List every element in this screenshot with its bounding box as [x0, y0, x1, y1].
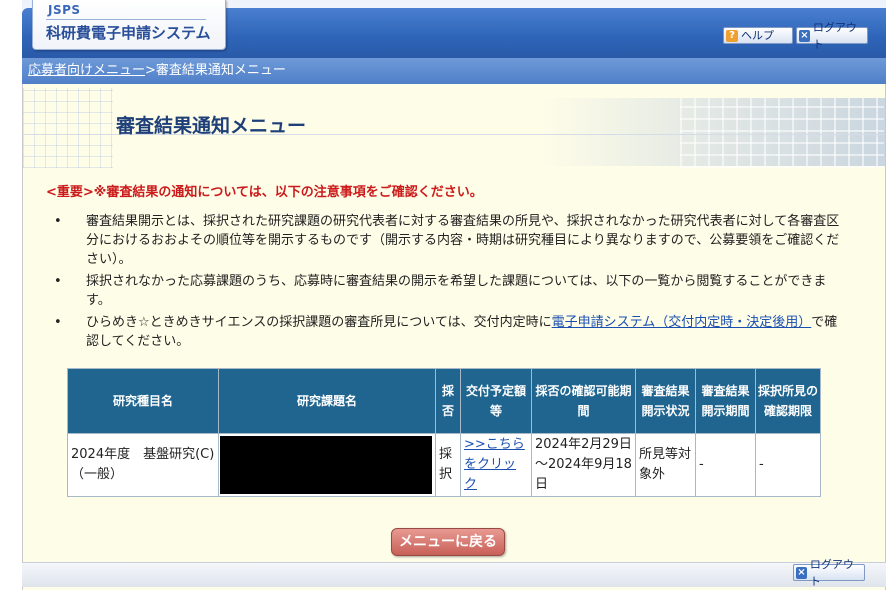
- title-decoration-right: [680, 98, 884, 168]
- breadcrumb-applicant-menu-link[interactable]: 応募者向けメニュー: [28, 63, 145, 78]
- cell-grant-plan: >>こちらをクリック: [460, 433, 532, 497]
- notes-list: 審査結果開示とは、採択された研究課題の研究代表者に対する審査結果の所見や、採択さ…: [44, 212, 849, 354]
- table-header-row: 研究種目名 研究課題名 採否 交付予定額等 採否の確認可能期間 審査結果開示状況…: [67, 368, 821, 434]
- table-row: 2024年度 基盤研究(C)（一般） 採択 >>こちらをクリック 2024年2月…: [67, 433, 821, 497]
- results-table: 研究種目名 研究課題名 採否 交付予定額等 採否の確認可能期間 審査結果開示状況…: [67, 368, 821, 497]
- note-text: ひらめき☆ときめきサイエンスの採択課題の審査所見については、交付内定時に: [86, 315, 552, 330]
- cell-adopt: 採択: [435, 433, 461, 497]
- help-button[interactable]: ? ヘルプ: [723, 27, 793, 44]
- breadcrumb-current: 審査結果通知メニュー: [155, 63, 286, 78]
- cell-disclosure-status: 所見等対象外: [635, 433, 696, 497]
- help-label: ヘルプ: [741, 29, 774, 42]
- col-opinion-period: 採択所見の確認期限: [755, 368, 821, 434]
- cell-project: [218, 433, 436, 497]
- footer-logout-button[interactable]: × ログアウト: [793, 558, 865, 588]
- breadcrumb: 応募者向けメニュー>審査結果通知メニュー: [22, 58, 886, 84]
- col-disclosure-status: 審査結果開示状況: [635, 368, 696, 434]
- redacted-project-title: [220, 436, 432, 494]
- col-project: 研究課題名: [218, 368, 436, 434]
- footer-logout-label: ログアウト: [809, 557, 854, 588]
- cell-type: 2024年度 基盤研究(C)（一般）: [67, 433, 219, 497]
- logout-label: ログアウト: [812, 20, 857, 51]
- back-to-menu-button[interactable]: メニューに戻る: [391, 528, 505, 556]
- logout-icon: ×: [796, 566, 807, 579]
- note-item: 審査結果開示とは、採択された研究課題の研究代表者に対する審査結果の所見や、採択さ…: [44, 212, 849, 269]
- footer-bar: [22, 562, 886, 587]
- page-title: 審査結果通知メニュー: [116, 115, 307, 137]
- logout-icon: ×: [799, 29, 810, 42]
- cell-confirm-period: 2024年2月29日～2024年9月18日: [531, 433, 636, 497]
- logout-button[interactable]: × ログアウト: [796, 21, 868, 51]
- cell-disclosure-period: -: [695, 433, 756, 497]
- system-name: 科研費電子申請システム: [46, 24, 211, 42]
- note-text: 採択されなかった応募課題のうち、応募時に審査結果の開示を希望した課題については、…: [86, 274, 827, 308]
- help-icon: ?: [726, 29, 738, 42]
- e-application-system-link[interactable]: 電子申請システム（交付内定時・決定後用）: [552, 315, 812, 330]
- note-text: 審査結果開示とは、採択された研究課題の研究代表者に対する審査結果の所見や、採択さ…: [86, 214, 840, 267]
- important-notice: <重要>※審査結果の通知については、以下の注意事項をご確認ください。: [46, 185, 483, 200]
- col-type: 研究種目名: [67, 368, 219, 434]
- grant-plan-link[interactable]: >>こちらをクリック: [464, 437, 525, 492]
- breadcrumb-separator: >: [145, 63, 156, 78]
- jsps-logo-text: JSPS: [48, 3, 81, 17]
- note-item: ひらめき☆ときめきサイエンスの採択課題の審査所見については、交付内定時に電子申請…: [44, 313, 849, 351]
- col-disclosure-period: 審査結果開示期間: [695, 368, 756, 434]
- col-adopt: 採否: [435, 368, 461, 434]
- logo-divider: [46, 19, 206, 20]
- title-decoration-left: [23, 88, 113, 168]
- col-grant-plan: 交付予定額等: [460, 368, 532, 434]
- cell-opinion-period: -: [755, 433, 821, 497]
- note-item: 採択されなかった応募課題のうち、応募時に審査結果の開示を希望した課題については、…: [44, 272, 849, 310]
- col-confirm-period: 採否の確認可能期間: [531, 368, 636, 434]
